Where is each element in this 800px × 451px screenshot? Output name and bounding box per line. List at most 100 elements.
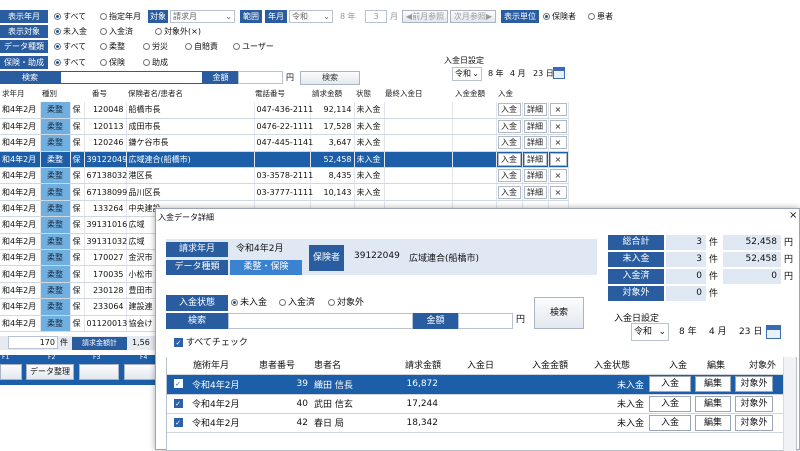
f2-button[interactable]: データ整理 xyxy=(26,364,74,380)
radio-patient[interactable]: 患者 xyxy=(588,10,613,23)
row-detail-button[interactable]: 詳細 xyxy=(523,169,547,183)
row-detail-button[interactable]: 詳細 xyxy=(523,136,547,150)
row-deposit-button[interactable]: 入金 xyxy=(497,169,521,183)
calendar-icon[interactable] xyxy=(766,325,781,339)
radio-ins-all[interactable]: すべて xyxy=(54,56,86,69)
row-exclude-button[interactable]: 対象外 xyxy=(735,376,773,393)
dialog-era-select[interactable]: 令和 ⌄ xyxy=(631,323,669,341)
summary-amount-unit: 円 xyxy=(784,272,794,282)
dialog-search-button[interactable]: 検索 xyxy=(534,297,584,329)
radio-paid[interactable]: 入金済 xyxy=(100,25,133,38)
row-exclude-button[interactable]: 対象外 xyxy=(735,395,773,412)
row-exclude-button[interactable]: × xyxy=(549,152,567,166)
radio-type-jibaiseki[interactable]: 自賠責 xyxy=(185,40,218,53)
target-select[interactable]: 請求月 ⌄ xyxy=(170,10,235,23)
row-exclude-button[interactable]: × xyxy=(549,103,567,117)
search-input[interactable] xyxy=(60,71,203,84)
row-edit-button[interactable]: 編集 xyxy=(695,414,731,431)
row-detail-button[interactable]: 詳細 xyxy=(523,120,547,134)
close-icon[interactable]: × xyxy=(789,210,797,221)
radio-insurer[interactable]: 保険者 xyxy=(543,10,576,23)
prev-month-button[interactable]: ◀前月参照 xyxy=(402,10,448,23)
radio-indicator xyxy=(100,13,107,20)
radio-ins-subsidy[interactable]: 助成 xyxy=(143,56,168,69)
table-row[interactable]: ✓ 令和4年2月 39 織田 信長 16,872 未入金 入金 編集 対象外 xyxy=(167,375,796,395)
radio-unpaid[interactable]: 未入金 xyxy=(54,25,87,38)
table-row[interactable]: 和4年2月 柔整保 120048 船橋市長 047-436-2111 92,114 未入金 入… xyxy=(0,102,569,119)
row-detail-button[interactable]: 詳細 xyxy=(523,152,547,166)
radio-indicator xyxy=(143,43,150,50)
radio-type-judo[interactable]: 柔整 xyxy=(100,40,125,53)
deposit-day[interactable]: 23 日 xyxy=(533,67,554,80)
row-detail-button[interactable]: 詳細 xyxy=(523,185,547,199)
table-row[interactable]: 和4年2月 柔整保 67138032 港区長 03-3578-2111 8,435 未入金 入… xyxy=(0,167,569,185)
amount-input[interactable] xyxy=(238,71,283,84)
row-edit-button[interactable]: 編集 xyxy=(695,395,731,412)
row-deposit-button[interactable]: 入金 xyxy=(649,414,691,431)
search-button[interactable]: 検索 xyxy=(300,71,360,85)
row-deposit-button[interactable]: 入金 xyxy=(497,103,521,117)
radio-label: 未入金 xyxy=(63,27,87,36)
radio-status-excluded[interactable]: 対象外 xyxy=(328,297,364,310)
radio-status-paid[interactable]: 入金済 xyxy=(279,297,315,310)
row-exclude-button[interactable]: 対象外 xyxy=(735,414,773,431)
summary-amount-unit: 円 xyxy=(784,238,794,248)
deposit-era-select[interactable]: 令和 ⌄ xyxy=(452,67,482,81)
radio-type-user[interactable]: ユーザー xyxy=(233,40,274,53)
row-amount: 8,435 xyxy=(310,167,355,185)
radio-type-all[interactable]: すべて xyxy=(54,40,86,53)
row-insurance: 保 xyxy=(70,315,85,332)
row-checkbox[interactable]: ✓ xyxy=(173,417,183,427)
table-row[interactable]: 和4年2月 柔整保 120113 成田市長 0476-22-1111 17,528 未入金 入… xyxy=(0,118,569,136)
row-deposit-button[interactable]: 入金 xyxy=(497,185,521,199)
row-exclude-button[interactable]: × xyxy=(549,185,567,199)
check-all-checkbox[interactable]: ✓ すべてチェック xyxy=(174,337,248,350)
row-checkbox[interactable]: ✓ xyxy=(173,398,183,408)
deposit-month[interactable]: 4 月 xyxy=(510,67,526,80)
row-status: 未入金 xyxy=(354,102,385,119)
year-field[interactable]: 8 年 xyxy=(340,10,356,23)
dialog-year[interactable]: 8 年 xyxy=(679,326,697,339)
row-detail-button[interactable]: 詳細 xyxy=(523,103,547,117)
row-exclude-button[interactable]: × xyxy=(549,120,567,134)
dialog-month[interactable]: 4 月 xyxy=(709,326,727,339)
radio-status-unpaid[interactable]: 未入金 xyxy=(231,297,267,310)
table-row[interactable]: 和4年2月 柔整保 39122049 広域連合(船橋市) 52,458 未入金 入金 詳細 × xyxy=(0,151,569,169)
radio-type-rosai[interactable]: 労災 xyxy=(143,40,168,53)
f4-label: F4 xyxy=(140,354,148,361)
row-month: 和4年2月 xyxy=(0,282,41,300)
row-exclude-button[interactable]: × xyxy=(549,136,567,150)
table-row[interactable]: 和4年2月 柔整保 67138099 品川区長 03-3777-1111 10,143 未入… xyxy=(0,183,569,201)
dialog-search-input[interactable] xyxy=(228,313,413,329)
row-deposit-button[interactable]: 入金 xyxy=(497,120,521,134)
era-select[interactable]: 令和 ⌄ xyxy=(289,10,333,23)
row-billing-amount: 18,342 xyxy=(377,413,441,433)
table-row[interactable]: ✓ 令和4年2月 40 武田 信玄 17,244 未入金 入金 編集 対象外 xyxy=(167,394,796,414)
row-edit-button[interactable]: 編集 xyxy=(695,376,731,393)
dialog-amount-input[interactable] xyxy=(458,313,513,329)
month-field[interactable]: 3 xyxy=(365,10,387,23)
next-month-button[interactable]: 次月参照▶ xyxy=(450,10,496,23)
row-deposit-button[interactable]: 入金 xyxy=(649,395,691,412)
row-deposit-button[interactable]: 入金 xyxy=(497,136,521,150)
row-checkbox[interactable]: ✓ xyxy=(173,379,183,389)
radio-all-months[interactable]: すべて xyxy=(54,10,86,23)
row-exclude-button[interactable]: × xyxy=(549,169,567,183)
radio-label: 保険 xyxy=(109,58,125,67)
radio-excluded[interactable]: 対象外(×) xyxy=(155,25,201,38)
row-deposit-button[interactable]: 入金 xyxy=(649,376,691,393)
dialog-day[interactable]: 23 日 xyxy=(739,326,762,339)
row-insurance: 保 xyxy=(70,216,85,234)
table-row[interactable]: ✓ 令和4年2月 42 春日 局 18,342 未入金 入金 編集 対象外 xyxy=(167,413,796,433)
detail-scrollbar[interactable] xyxy=(783,357,796,451)
radio-specified-month[interactable]: 指定年月 xyxy=(100,10,141,23)
row-deposit-button[interactable]: 入金 xyxy=(497,152,521,166)
row-amount: 52,458 xyxy=(310,151,355,169)
table-row[interactable]: 和4年2月 柔整保 120246 鎌ケ谷市長 047-445-1141 3,647 未入金 入… xyxy=(0,134,569,152)
month-unit: 月 xyxy=(717,327,727,337)
f1-button[interactable] xyxy=(0,364,22,380)
calendar-icon[interactable] xyxy=(553,67,565,79)
radio-ins-insurance[interactable]: 保険 xyxy=(100,56,125,69)
f3-button[interactable] xyxy=(79,364,119,380)
deposit-year[interactable]: 8 年 xyxy=(488,67,504,80)
